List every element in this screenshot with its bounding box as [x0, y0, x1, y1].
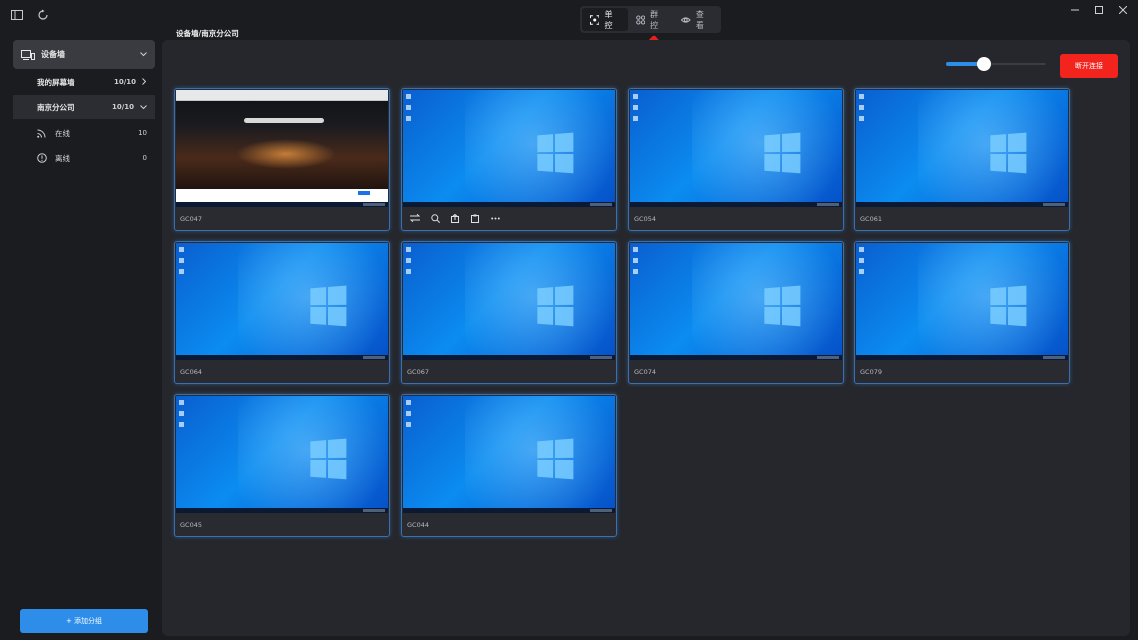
zoom-slider[interactable] — [946, 57, 1046, 71]
device-card[interactable]: GC047 — [174, 88, 390, 231]
sidebar-item-count: 10/10 — [113, 78, 136, 86]
slider-thumb[interactable] — [977, 57, 991, 71]
device-card[interactable] — [401, 88, 617, 231]
maximize-icon[interactable] — [1092, 3, 1106, 17]
windows-logo-icon — [537, 285, 575, 328]
sidebar-item-count: 10/10 — [111, 103, 134, 111]
sidebar-toggle-icon[interactable] — [10, 8, 24, 22]
sidebar-item-count: 0 — [142, 154, 147, 162]
upload-icon[interactable] — [450, 213, 460, 223]
device-name: GC074 — [634, 368, 656, 376]
device-screen[interactable] — [176, 90, 388, 207]
device-card[interactable]: GC064 — [174, 241, 390, 384]
device-card[interactable]: GC067 — [401, 241, 617, 384]
device-name: GC064 — [180, 368, 202, 376]
device-name: GC044 — [407, 521, 429, 529]
device-screen[interactable] — [403, 396, 615, 513]
grid-icon — [635, 14, 645, 25]
tab-label: 群控 — [650, 9, 659, 30]
breadcrumb: 设备墙/南京分公司 — [176, 29, 239, 38]
eye-icon — [681, 16, 691, 23]
windows-logo-icon — [537, 132, 575, 175]
disconnect-button[interactable]: 断开连接 — [1060, 54, 1118, 78]
sidebar-item-label: 离线 — [55, 153, 70, 163]
chevron-down-icon — [140, 103, 147, 112]
device-screen[interactable] — [403, 90, 615, 207]
device-card[interactable]: GC054 — [628, 88, 844, 231]
info-icon — [37, 153, 47, 163]
device-card[interactable]: GC079 — [854, 241, 1070, 384]
windows-logo-icon — [764, 285, 802, 328]
sidebar-item-label: 我的屏幕墙 — [37, 77, 75, 87]
minimize-icon[interactable] — [1068, 3, 1082, 17]
windows-logo-icon — [310, 438, 348, 481]
more-icon[interactable] — [490, 213, 500, 223]
device-card[interactable]: GC074 — [628, 241, 844, 384]
device-screen[interactable] — [856, 243, 1068, 360]
top-left-toolbar — [10, 8, 50, 22]
signal-icon — [37, 129, 47, 138]
chevron-down-icon — [140, 50, 147, 59]
windows-logo-icon — [310, 285, 348, 328]
app-window: 单控 群控 查看 设备墙 我的屏幕墙 10/10 南京分公司 10/10 在线 … — [0, 0, 1138, 640]
card-toolbar — [410, 213, 500, 223]
sidebar-item-count: 10 — [138, 129, 147, 137]
tab-view[interactable]: 查看 — [673, 8, 719, 31]
sidebar-item-my-screen-wall[interactable]: 我的屏幕墙 10/10 — [13, 70, 155, 94]
device-name: GC054 — [634, 215, 656, 223]
windows-logo-icon — [764, 132, 802, 175]
device-screen[interactable] — [176, 243, 388, 360]
device-name: GC067 — [407, 368, 429, 376]
device-card[interactable]: GC045 — [174, 394, 390, 537]
swap-icon[interactable] — [410, 213, 420, 223]
sidebar-item-offline[interactable]: 离线 0 — [13, 146, 155, 170]
add-group-button[interactable]: + 添加分组 — [20, 609, 148, 633]
windows-logo-icon — [537, 438, 575, 481]
device-card[interactable]: GC044 — [401, 394, 617, 537]
device-name: GC079 — [860, 368, 882, 376]
device-screen[interactable] — [856, 90, 1068, 207]
windows-logo-icon — [990, 285, 1028, 328]
device-screen[interactable] — [176, 396, 388, 513]
refresh-icon[interactable] — [36, 8, 50, 22]
sidebar-item-nanjing-branch[interactable]: 南京分公司 10/10 — [13, 95, 155, 119]
tab-label: 单控 — [604, 9, 613, 30]
chevron-right-icon — [142, 77, 147, 87]
device-name: GC047 — [180, 215, 202, 223]
zoom-icon[interactable] — [430, 213, 440, 223]
sidebar-item-online[interactable]: 在线 10 — [13, 121, 155, 145]
device-name: GC061 — [860, 215, 882, 223]
sidebar-item-label: 南京分公司 — [37, 102, 75, 112]
sidebar-item-label: 在线 — [55, 128, 70, 138]
device-screen[interactable] — [630, 243, 842, 360]
sidebar: 设备墙 我的屏幕墙 10/10 南京分公司 10/10 在线 10 离线 0 — [0, 32, 162, 640]
mode-tabs: 单控 群控 查看 — [580, 6, 721, 33]
device-screen[interactable] — [403, 243, 615, 360]
sidebar-group-label: 设备墙 — [41, 50, 65, 59]
device-screen[interactable] — [630, 90, 842, 207]
tab-label: 查看 — [695, 9, 704, 30]
target-icon — [590, 14, 600, 25]
tab-single-control[interactable]: 单控 — [582, 8, 628, 31]
window-controls — [1068, 3, 1130, 17]
device-card[interactable]: GC061 — [854, 88, 1070, 231]
windows-logo-icon — [990, 132, 1028, 175]
clipboard-icon[interactable] — [470, 213, 480, 223]
device-name: GC045 — [180, 521, 202, 529]
close-icon[interactable] — [1116, 3, 1130, 17]
devices-icon — [21, 49, 35, 60]
tab-group-control[interactable]: 群控 — [628, 8, 674, 31]
sidebar-group-header[interactable]: 设备墙 — [13, 40, 155, 69]
